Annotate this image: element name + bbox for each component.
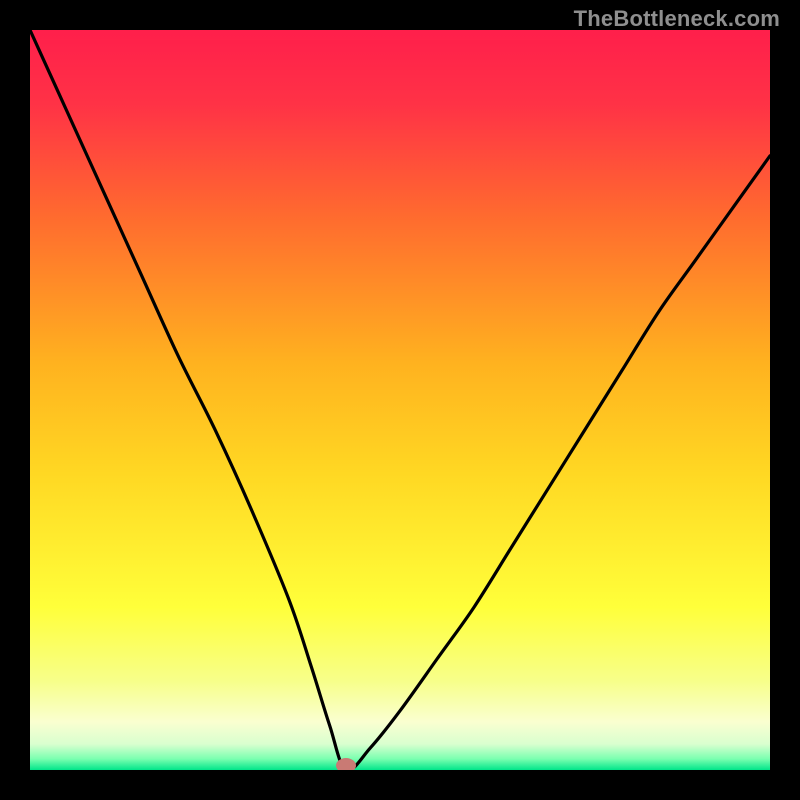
bottleneck-curve bbox=[30, 30, 770, 770]
watermark-text: TheBottleneck.com bbox=[574, 6, 780, 32]
frame: TheBottleneck.com bbox=[0, 0, 800, 800]
plot-area bbox=[30, 30, 770, 770]
optimum-marker bbox=[336, 758, 356, 770]
